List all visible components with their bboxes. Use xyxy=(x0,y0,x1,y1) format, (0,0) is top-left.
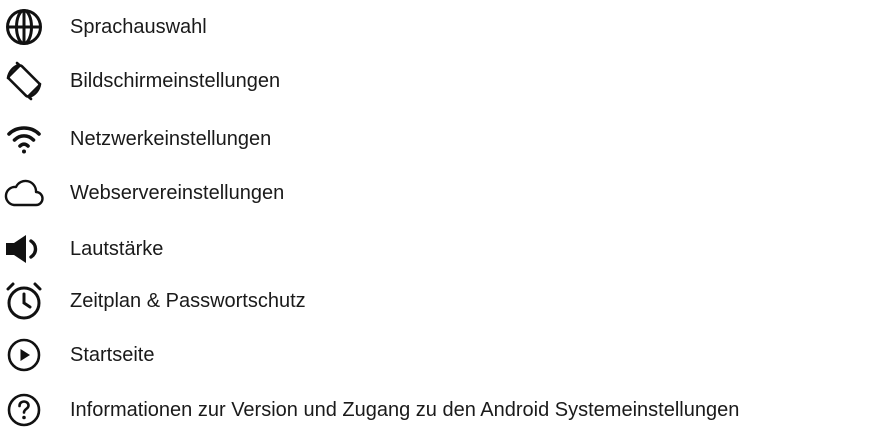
menu-item-language[interactable]: Sprachauswahl xyxy=(0,0,878,54)
menu-item-schedule-password[interactable]: Zeitplan & Passwortschutz xyxy=(0,274,878,328)
menu-item-label: Netzwerkeinstellungen xyxy=(70,128,272,150)
menu-item-label: Webservereinstellungen xyxy=(70,182,285,204)
alarm-clock-icon xyxy=(4,281,44,321)
play-circle-icon xyxy=(4,335,44,375)
menu-item-label: Startseite xyxy=(70,344,155,366)
menu-item-start-page[interactable]: Startseite xyxy=(0,328,878,382)
menu-item-webserver-settings[interactable]: Webservereinstellungen xyxy=(0,166,878,220)
menu-item-volume[interactable]: Lautstärke xyxy=(0,222,878,276)
cloud-icon xyxy=(4,173,44,213)
globe-icon xyxy=(4,7,44,47)
wifi-icon xyxy=(4,119,44,159)
speaker-icon xyxy=(4,229,44,269)
menu-item-label: Informationen zur Version und Zugang zu … xyxy=(70,399,740,421)
help-circle-icon xyxy=(4,390,44,430)
menu-item-label: Lautstärke xyxy=(70,238,164,260)
screen-rotation-icon xyxy=(4,61,44,101)
menu-item-screen-settings[interactable]: Bildschirmeinstellungen xyxy=(0,54,878,108)
menu-item-label: Bildschirmeinstellungen xyxy=(70,70,281,92)
menu-item-label: Sprachauswahl xyxy=(70,16,207,38)
menu-item-info[interactable]: Informationen zur Version und Zugang zu … xyxy=(0,383,878,437)
menu-item-network-settings[interactable]: Netzwerkeinstellungen xyxy=(0,112,878,166)
menu-item-label: Zeitplan & Passwortschutz xyxy=(70,290,306,312)
